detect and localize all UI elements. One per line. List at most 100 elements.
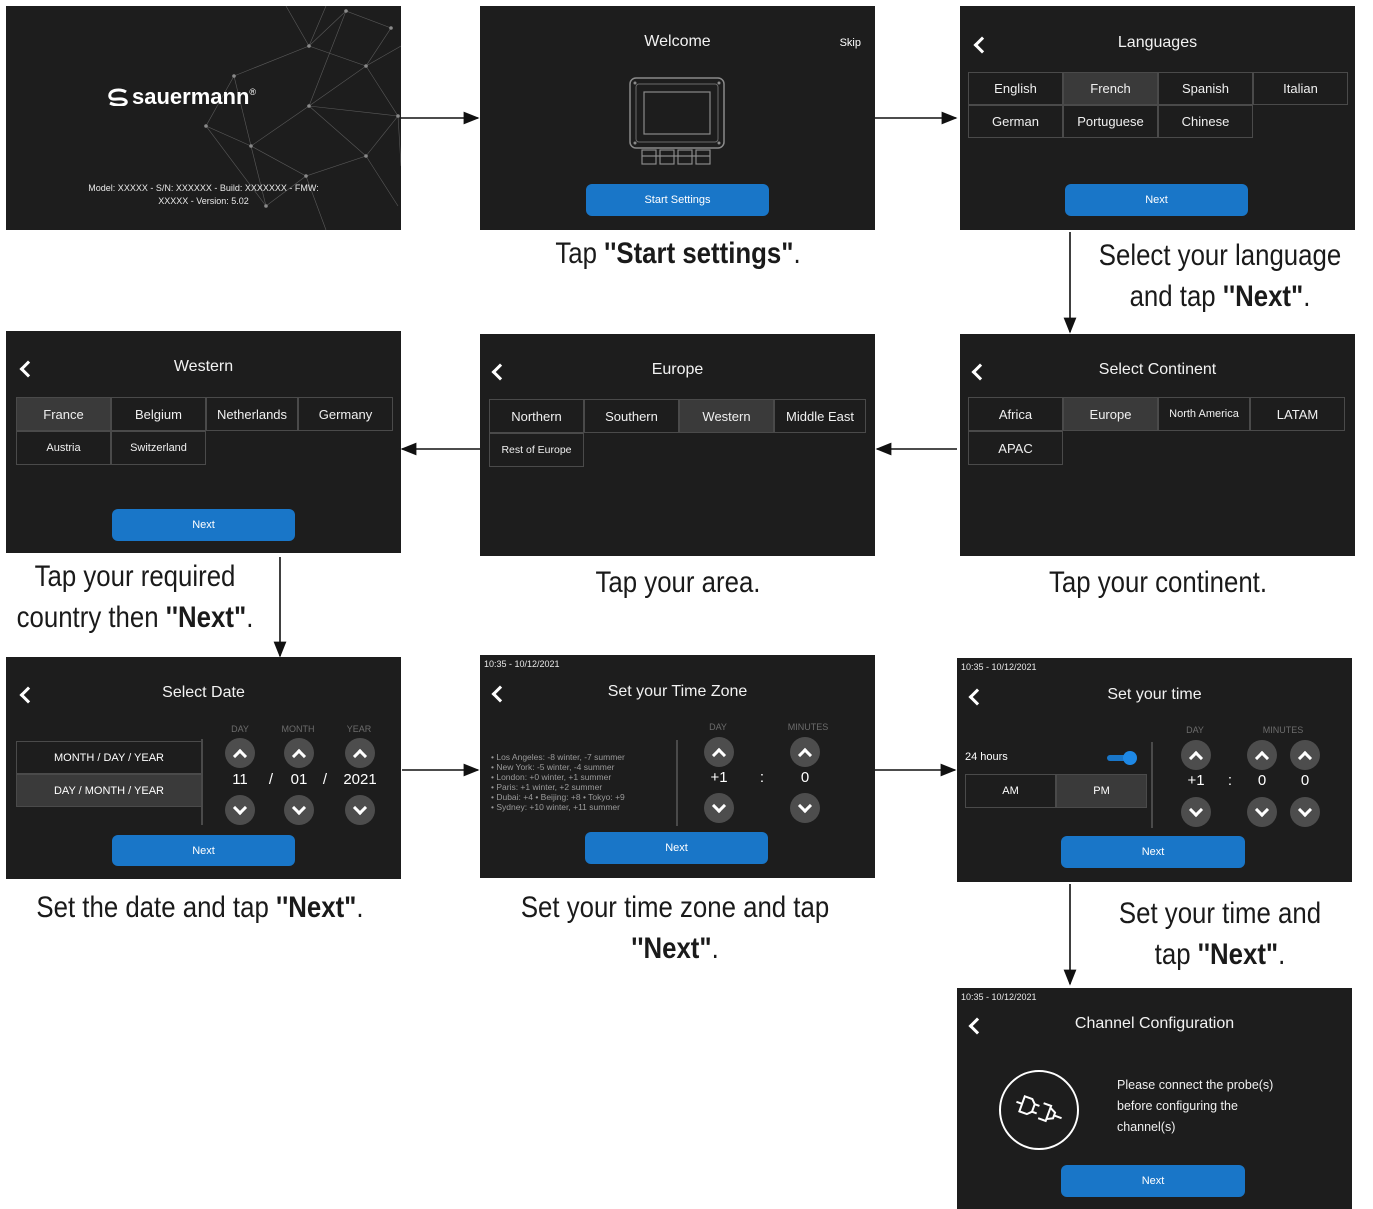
format-month-day-year[interactable]: MONTH / DAY / YEAR [16, 741, 202, 774]
next-button[interactable]: Next [1061, 836, 1245, 868]
continent-europe[interactable]: Europe [1063, 397, 1158, 431]
europe-caption: Tap your area. [595, 566, 761, 599]
col-month-label: MONTH [281, 724, 315, 734]
country-germany[interactable]: Germany [298, 397, 393, 431]
continent-apac[interactable]: APAC [968, 431, 1063, 465]
country-france[interactable]: France [16, 397, 111, 431]
country-austria[interactable]: Austria [16, 431, 111, 465]
minute-tens-up-icon[interactable] [1247, 740, 1277, 770]
caption-bold: ''Start settings" [604, 237, 794, 270]
area-southern[interactable]: Southern [584, 399, 679, 433]
country-switzerland[interactable]: Switzerland [111, 431, 206, 465]
continent-title: Select Continent [1098, 361, 1217, 378]
minutes-value: 0 [800, 769, 810, 786]
sep-1: / [268, 771, 274, 788]
language-chinese[interactable]: Chinese [1158, 105, 1253, 138]
col-minutes-label: MINUTES [1262, 725, 1304, 735]
caption-text: Tap [555, 237, 605, 270]
minute-tens-value: 0 [1257, 772, 1267, 789]
caption-bold: ''Next" [1197, 938, 1279, 971]
minute-units-down-icon[interactable] [1290, 797, 1320, 827]
country-netherlands[interactable]: Netherlands [206, 397, 298, 431]
area-middle-east[interactable]: Middle East [774, 399, 866, 433]
start-settings-button[interactable]: Start Settings [586, 184, 769, 216]
continent-latam[interactable]: LATAM [1250, 397, 1345, 431]
col-minutes-label: MINUTES [787, 722, 829, 732]
languages-screen: Languages English French Spanish Italian… [960, 6, 1355, 230]
am-button[interactable]: AM [965, 774, 1056, 808]
status-bar: 10:35 - 10/12/2021 [961, 662, 1037, 672]
zone-line: • New York: -5 winter, -4 summer [491, 762, 615, 772]
year-value: 2021 [343, 771, 377, 788]
info-line-1: Model: XXXXX - S/N: XXXXXX - Build: XXXX… [88, 183, 319, 193]
next-button[interactable]: Next [1061, 1165, 1245, 1197]
brand-name: sauermann [132, 84, 250, 109]
minute-units-up-icon[interactable] [1290, 740, 1320, 770]
day-down-icon[interactable] [704, 793, 734, 823]
hours24-toggle[interactable] [1107, 751, 1137, 765]
caption-end: . [1303, 280, 1311, 313]
caption-line-1: Tap your required [34, 560, 236, 593]
timezone-title: Set your Time Zone [607, 683, 748, 700]
col-day-label: DAY [231, 724, 249, 734]
minutes-up-icon[interactable] [790, 737, 820, 767]
day-down-icon[interactable] [1181, 797, 1211, 827]
language-italian[interactable]: Italian [1253, 72, 1348, 105]
timezone-screen: 10:35 - 10/12/2021 Set your Time Zone • … [480, 655, 875, 878]
day-up-icon[interactable] [704, 737, 734, 767]
time-caption: Set your time and tap ''Next". [1091, 893, 1349, 975]
splash-screen: sauermann ® Model: XXXXX - S/N: XXXXXX -… [6, 6, 401, 230]
registered-mark: ® [249, 87, 257, 97]
skip-link[interactable]: Skip [840, 37, 861, 49]
day-down-icon[interactable] [225, 795, 255, 825]
next-button[interactable]: Next [1065, 184, 1248, 216]
caption-text: Set the date and tap [36, 891, 276, 924]
status-bar: 10:35 - 10/12/2021 [484, 659, 560, 669]
country-belgium[interactable]: Belgium [111, 397, 206, 431]
caption-end: . [1278, 938, 1286, 971]
date-caption: Set the date and tap ''Next". [28, 887, 372, 928]
connect-message: Please connect the probe(s) before confi… [1117, 1075, 1273, 1138]
plug-icon [999, 1070, 1079, 1150]
language-portuguese[interactable]: Portuguese [1063, 105, 1158, 138]
europe-screen: Europe Northern Southern Western Middle … [480, 334, 875, 556]
caption-end: . [793, 237, 801, 270]
language-english[interactable]: English [968, 72, 1063, 105]
timezone-list: • Los Angeles: -8 winter, -7 summer • Ne… [491, 752, 625, 812]
minute-tens-down-icon[interactable] [1247, 797, 1277, 827]
area-western[interactable]: Western [679, 399, 774, 433]
month-up-icon[interactable] [284, 738, 314, 768]
message-line-1: Please connect the probe(s) [1117, 1078, 1274, 1092]
continent-north-america[interactable]: North America [1158, 397, 1250, 431]
next-button[interactable]: Next [112, 509, 295, 541]
format-day-month-year[interactable]: DAY / MONTH / YEAR [16, 774, 202, 807]
info-line-2: XXXXX - Version: 5.02 [158, 196, 249, 206]
caption-bold: ''Next" [275, 891, 357, 924]
month-down-icon[interactable] [284, 795, 314, 825]
language-spanish[interactable]: Spanish [1158, 72, 1253, 105]
continent-africa[interactable]: Africa [968, 397, 1063, 431]
area-northern[interactable]: Northern [489, 399, 584, 433]
zone-line: • Dubai: +4 • Beijing: +8 • Tokyo: +9 [491, 792, 625, 802]
year-down-icon[interactable] [345, 795, 375, 825]
next-button[interactable]: Next [585, 832, 768, 864]
next-button[interactable]: Next [112, 835, 295, 866]
day-up-icon[interactable] [1181, 740, 1211, 770]
zone-line: • London: +0 winter, +1 summer [491, 772, 612, 782]
col-year-label: YEAR [346, 724, 372, 734]
day-up-icon[interactable] [225, 738, 255, 768]
language-german[interactable]: German [968, 105, 1063, 138]
western-screen: Western France Belgium Netherlands Germa… [6, 331, 401, 553]
pm-button[interactable]: PM [1056, 774, 1147, 808]
zone-line: • Sydney: +10 winter, +11 summer [491, 802, 620, 812]
caption-line-2: country then ''Next". [2, 597, 269, 638]
caption-bold: ''Next" [165, 601, 247, 634]
area-rest-of-europe[interactable]: Rest of Europe [489, 433, 584, 467]
year-up-icon[interactable] [345, 738, 375, 768]
channel-screen: 10:35 - 10/12/2021 Channel Configuration… [957, 988, 1352, 1209]
status-bar: 10:35 - 10/12/2021 [961, 992, 1037, 1002]
language-french[interactable]: French [1063, 72, 1158, 105]
western-caption: Tap your required country then ''Next". [2, 556, 269, 638]
day-value: 11 [232, 771, 248, 788]
minutes-down-icon[interactable] [790, 793, 820, 823]
